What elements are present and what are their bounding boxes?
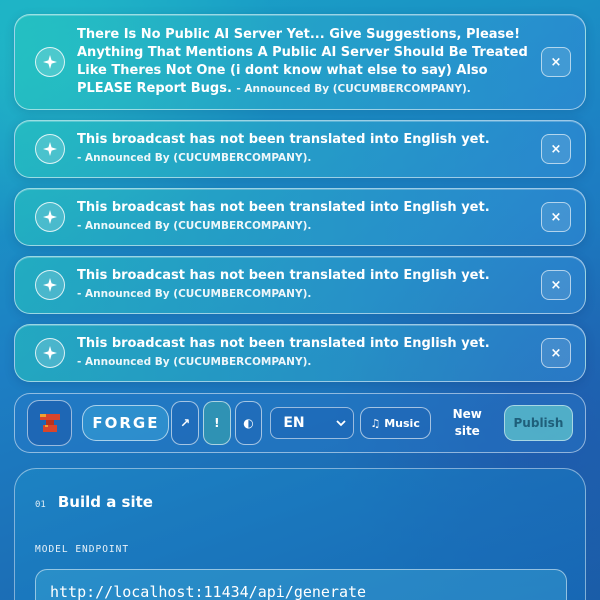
announcement-text: This broadcast has not been translated i…	[77, 335, 531, 371]
alert-button[interactable]: !	[203, 401, 231, 445]
announcement-toast: This broadcast has not been translated i…	[14, 256, 586, 314]
music-button[interactable]: ♫ Music	[359, 407, 431, 439]
close-button[interactable]: ×	[541, 338, 571, 368]
close-icon: ×	[550, 345, 562, 361]
top-toolbar: FORGE ↗ ! ◐ EN ♫ Music New site Publish	[14, 393, 586, 453]
sparkle-icon	[35, 270, 65, 300]
announcement-author: - Announced By (CUCUMBERCOMPANY).	[77, 152, 312, 164]
language-value: EN	[283, 415, 305, 431]
step-title: Build a site	[57, 493, 153, 511]
step-header: 01 Build a site	[35, 493, 565, 511]
music-label: Music	[384, 416, 420, 430]
forge-logo[interactable]	[27, 400, 73, 446]
language-select[interactable]: EN	[270, 407, 354, 439]
close-button[interactable]: ×	[541, 47, 571, 77]
music-note-icon: ♫	[370, 416, 381, 430]
sparkle-icon	[35, 338, 65, 368]
step-number: 01	[35, 500, 46, 510]
announcement-text: This broadcast has not been translated i…	[77, 131, 531, 167]
endpoint-label: MODEL ENDPOINT	[35, 544, 130, 555]
sparkle-icon	[35, 47, 65, 77]
sparkle-icon	[35, 134, 65, 164]
announcement-message: This broadcast has not been translated i…	[77, 336, 490, 351]
announcement-message: This broadcast has not been translated i…	[77, 268, 490, 283]
exclamation-icon: !	[214, 416, 220, 430]
publish-button[interactable]: Publish	[503, 405, 574, 441]
theme-toggle-button[interactable]: ◐	[234, 401, 263, 445]
open-external-button[interactable]: ↗	[171, 401, 200, 445]
announcement-author: - Announced By (CUCUMBERCOMPANY).	[77, 356, 312, 368]
close-icon: ×	[550, 54, 562, 70]
contrast-icon: ◐	[243, 416, 254, 430]
close-button[interactable]: ×	[541, 270, 571, 300]
close-icon: ×	[550, 277, 562, 293]
new-site-label-line1: New	[452, 407, 482, 421]
close-icon: ×	[550, 141, 562, 157]
build-site-panel: 01 Build a site MODEL ENDPOINT	[14, 468, 586, 600]
announcement-author: - Announced By (CUCUMBERCOMPANY).	[236, 83, 471, 95]
announcement-author: - Announced By (CUCUMBERCOMPANY).	[77, 220, 312, 232]
close-icon: ×	[550, 209, 562, 225]
announcement-text: This broadcast has not been translated i…	[77, 267, 531, 303]
model-endpoint-input[interactable]	[35, 569, 567, 600]
announcement-message: This broadcast has not been translated i…	[77, 200, 490, 215]
announcement-toast: There Is No Public AI Server Yet... Give…	[14, 14, 586, 110]
new-site-button[interactable]: New site	[437, 406, 498, 440]
close-button[interactable]: ×	[541, 202, 571, 232]
announcement-text: There Is No Public AI Server Yet... Give…	[77, 26, 531, 98]
sparkle-icon	[35, 202, 65, 232]
announcement-toast: This broadcast has not been translated i…	[14, 120, 586, 178]
announcement-toast: This broadcast has not been translated i…	[14, 324, 586, 382]
chevron-down-icon	[335, 420, 346, 427]
close-button[interactable]: ×	[541, 134, 571, 164]
anvil-logo-icon	[39, 414, 60, 432]
announcement-toast: This broadcast has not been translated i…	[14, 188, 586, 246]
announcement-author: - Announced By (CUCUMBERCOMPANY).	[77, 288, 312, 300]
announcement-text: This broadcast has not been translated i…	[77, 199, 531, 235]
announcement-list: There Is No Public AI Server Yet... Give…	[14, 14, 586, 392]
new-site-label-line2: site	[454, 424, 480, 438]
arrow-up-right-icon: ↗	[180, 416, 191, 430]
announcement-message: This broadcast has not been translated i…	[77, 132, 490, 147]
brand-button[interactable]: FORGE	[82, 405, 170, 441]
